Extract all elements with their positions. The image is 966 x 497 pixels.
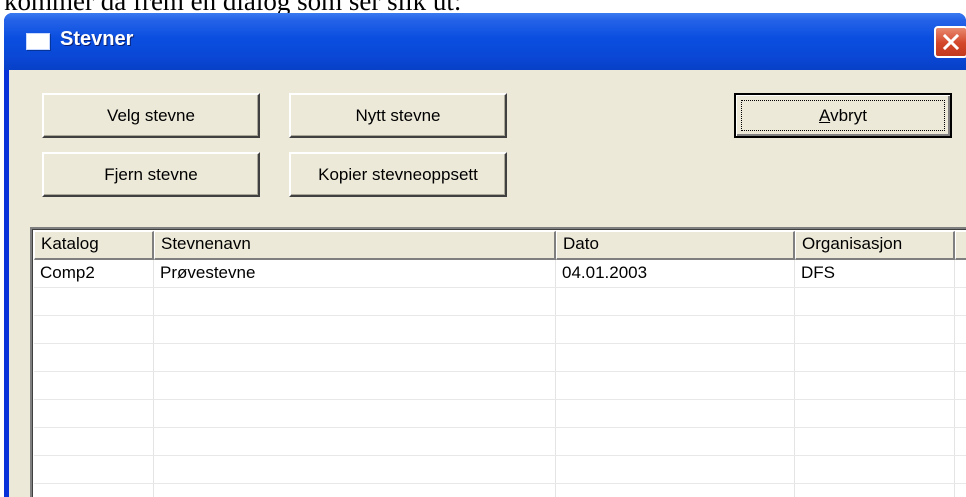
table-row-empty: [34, 288, 966, 316]
table-row-empty: [34, 372, 966, 400]
table-row[interactable]: Comp2 Prøvestevne 04.01.2003 DFS: [34, 260, 966, 288]
cancel-label: Avbryt: [819, 106, 867, 126]
close-button[interactable]: [934, 26, 966, 58]
table-row-empty: [34, 400, 966, 428]
table-row-empty: [34, 344, 966, 372]
column-dato[interactable]: Dato: [556, 231, 795, 260]
close-icon: [942, 33, 960, 51]
cell-stevnenavn: Prøvestevne: [160, 263, 256, 282]
dialog-client-area: Velg stevne Nytt stevne Avbryt Fjern ste…: [9, 70, 966, 497]
remove-event-button[interactable]: Fjern stevne: [42, 152, 260, 197]
column-filler: [955, 231, 966, 260]
select-event-label: Velg stevne: [107, 105, 195, 125]
column-organisasjon[interactable]: Organisasjon: [795, 231, 955, 260]
new-event-button[interactable]: Nytt stevne: [289, 93, 507, 138]
events-list[interactable]: Katalog Stevnenavn Dato Organisasjon Com…: [30, 227, 966, 497]
cell-katalog: Comp2: [40, 263, 95, 282]
column-katalog[interactable]: Katalog: [34, 231, 154, 260]
window-title: Stevner: [60, 28, 134, 50]
new-event-label: Nytt stevne: [355, 105, 441, 125]
stevner-dialog: Stevner Velg stevne Nytt stevne Avbryt F…: [4, 13, 966, 497]
copy-event-setup-button[interactable]: Kopier stevneoppsett: [289, 152, 507, 197]
title-bar[interactable]: Stevner: [4, 13, 966, 70]
remove-event-label: Fjern stevne: [104, 164, 198, 184]
copy-event-setup-label: Kopier stevneoppsett: [318, 164, 478, 184]
cell-organisasjon: DFS: [801, 263, 835, 282]
table-row-empty: [34, 316, 966, 344]
table-row-empty: [34, 456, 966, 484]
select-event-button[interactable]: Velg stevne: [42, 93, 260, 138]
table-row-empty: [34, 428, 966, 456]
cell-dato: 04.01.2003: [562, 263, 648, 282]
cancel-button[interactable]: Avbryt: [734, 93, 952, 138]
cancel-mnemonic: A: [819, 105, 831, 125]
list-header: Katalog Stevnenavn Dato Organisasjon: [34, 231, 966, 260]
column-stevnenavn[interactable]: Stevnenavn: [154, 231, 556, 260]
cancel-label-rest: vbryt: [830, 105, 867, 125]
window-icon: [26, 33, 50, 50]
